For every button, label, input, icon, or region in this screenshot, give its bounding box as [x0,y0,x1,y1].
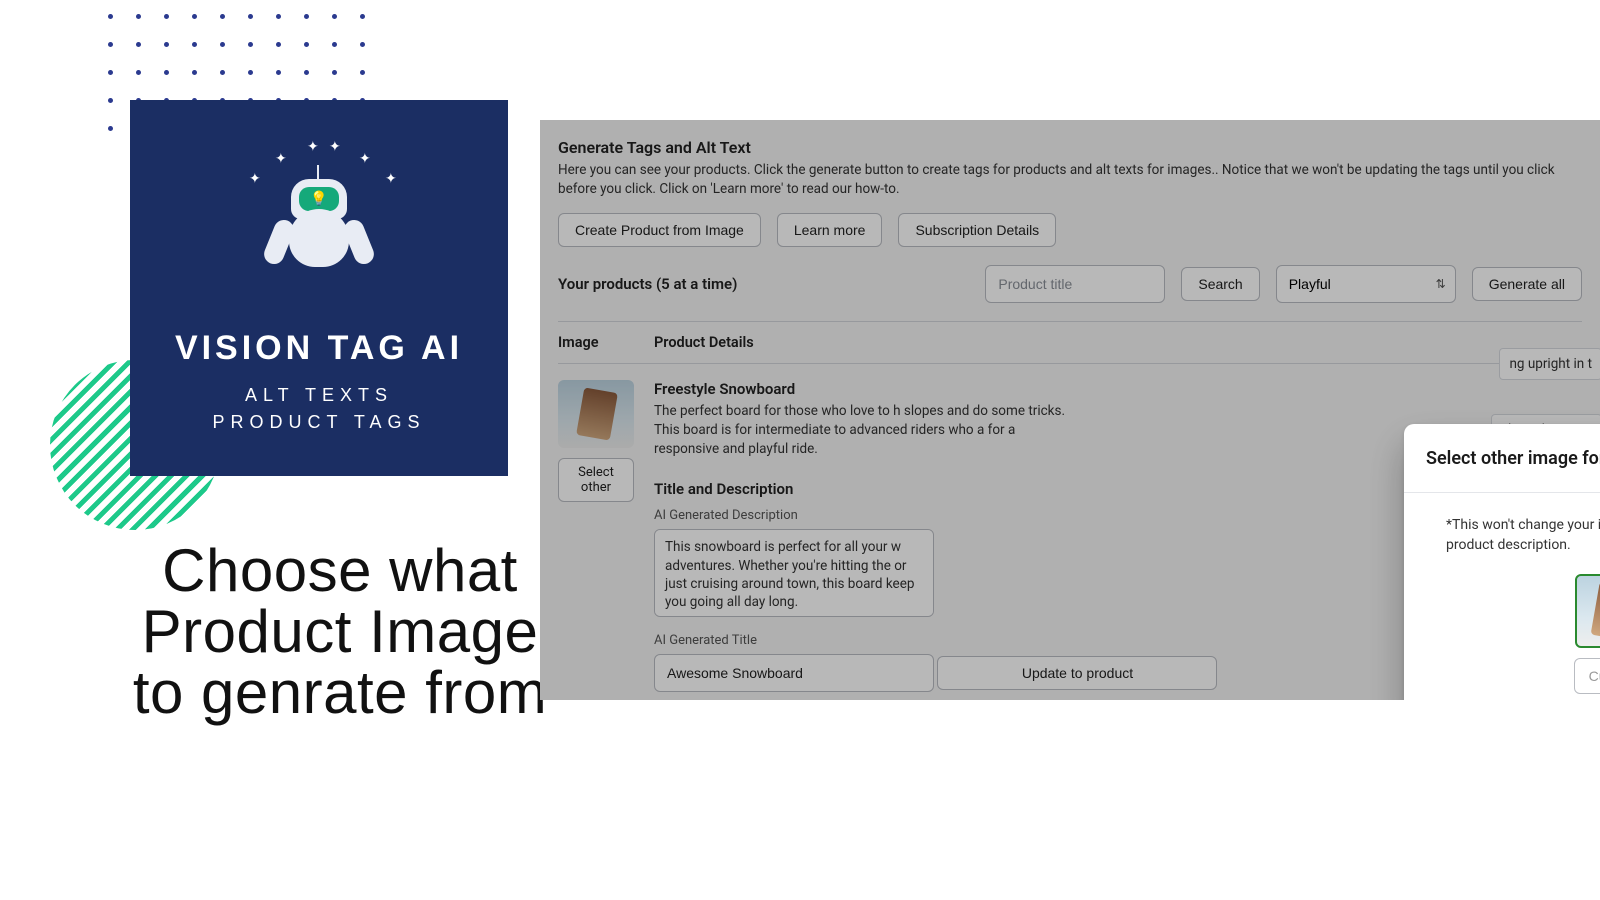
create-product-from-image-button[interactable]: Create Product from Image [558,213,761,247]
style-select[interactable]: Playful [1276,265,1456,303]
generate-all-button[interactable]: Generate all [1472,267,1582,301]
page-description: Here you can see your products. Click th… [558,161,1582,199]
ai-title-input[interactable] [654,654,934,692]
product-description: The perfect board for those who love to … [654,402,1074,459]
column-image: Image [558,334,654,351]
app-panel: Generate Tags and Alt Text Here you can … [540,120,1600,700]
product-title-search-input[interactable] [985,265,1165,303]
search-button[interactable]: Search [1181,267,1259,301]
image-option-current[interactable] [1577,576,1600,646]
partial-text-chip: ng upright in t [1499,348,1600,380]
subscription-details-button[interactable]: Subscription Details [898,213,1056,247]
logo-card: ✦ ✦ ✦ ✦ ✦ ✦ 💡 VISION TAG AI ALT TEXTS PR… [130,100,508,476]
product-thumbnail [558,380,634,448]
modal-title: Select other image for your product desc… [1426,448,1600,469]
robot-illustration: ✦ ✦ ✦ ✦ ✦ ✦ 💡 [229,141,409,311]
logo-subtitle: ALT TEXTS PRODUCT TAGS [212,382,425,436]
select-image-modal: Select other image for your product desc… [1404,424,1600,700]
current-image-button: Current [1574,658,1600,694]
table-header: Image Product Details [558,321,1582,364]
product-title: Freestyle Snowboard [654,380,1582,398]
ai-description-textarea[interactable] [654,529,934,617]
update-to-product-button[interactable]: Update to product [937,656,1217,690]
your-products-label: Your products (5 at a time) [558,275,737,293]
promo-headline: Choose what Product Image to genrate fro… [130,540,550,724]
select-other-button[interactable]: Select other [558,458,634,502]
column-details: Product Details [654,334,1582,351]
learn-more-button[interactable]: Learn more [777,213,883,247]
page-title: Generate Tags and Alt Text [558,138,1582,157]
logo-title: VISION TAG AI [175,329,463,368]
modal-note: *This won't change your image in Shopify… [1446,515,1600,556]
